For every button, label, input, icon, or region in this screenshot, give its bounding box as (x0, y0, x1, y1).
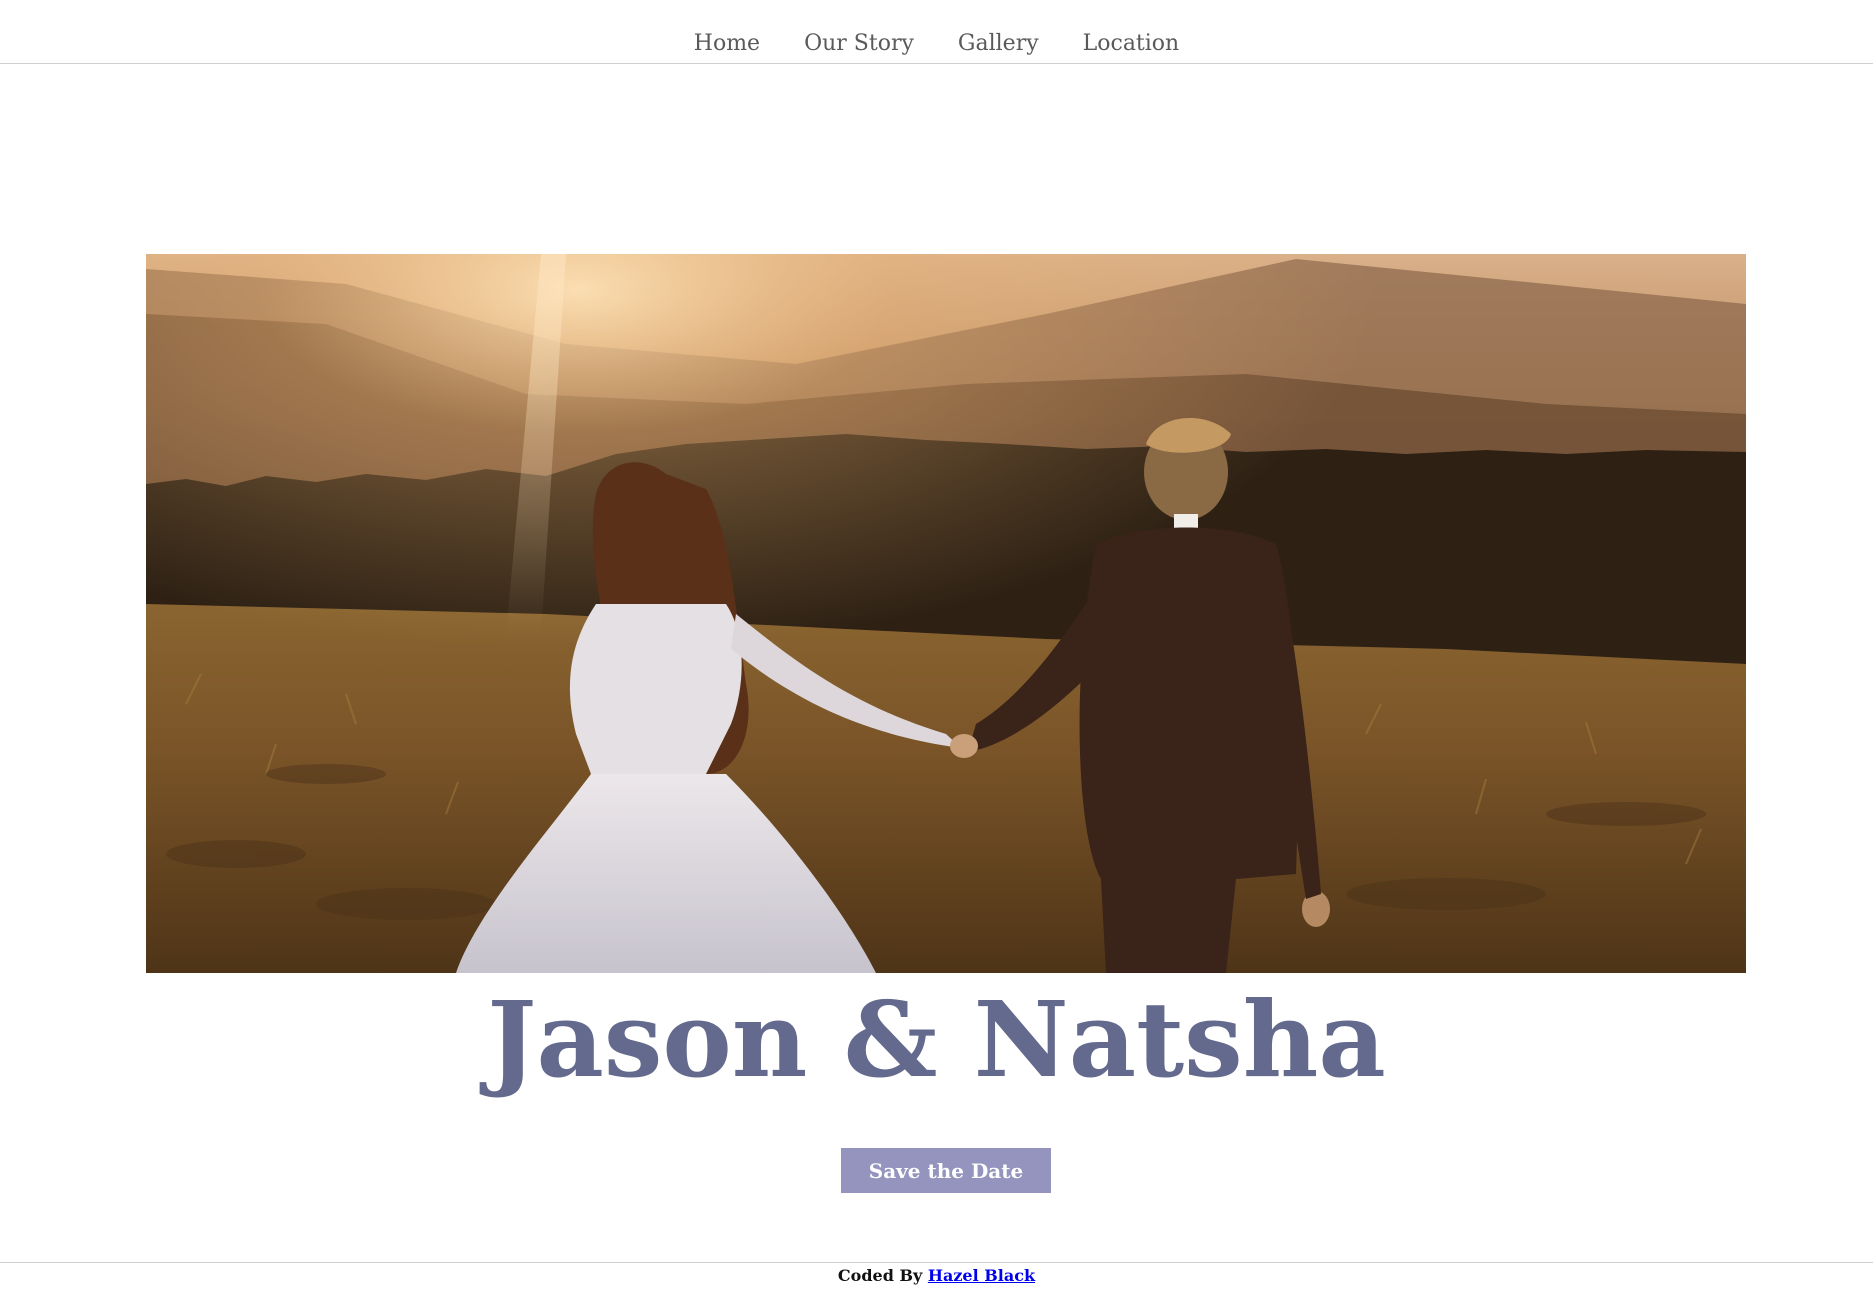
nav-item-our-story: Our Story (804, 33, 914, 55)
hero-image (146, 254, 1746, 973)
nav-list: Home Our Story Gallery Location (0, 33, 1873, 55)
author-link[interactable]: Hazel Black (928, 1266, 1035, 1285)
nav-link-home[interactable]: Home (694, 31, 760, 56)
nav-item-location: Location (1083, 33, 1180, 55)
couple-title: Jason & Natsha (487, 978, 1386, 1101)
nav-link-our-story[interactable]: Our Story (804, 31, 914, 56)
footer-prefix: Coded By (837, 1266, 923, 1285)
nav-link-gallery[interactable]: Gallery (958, 31, 1039, 56)
couple-photo (146, 254, 1746, 973)
nav-item-gallery: Gallery (958, 33, 1039, 55)
nav-link-location[interactable]: Location (1083, 31, 1180, 56)
save-the-date-button[interactable]: Save the Date (841, 1148, 1051, 1193)
footer-credit: Coded By Hazel Black (0, 1265, 1873, 1287)
nav-item-home: Home (694, 33, 760, 55)
top-nav: Home Our Story Gallery Location (0, 0, 1873, 64)
footer: Coded By Hazel Black (0, 1262, 1873, 1305)
page: Home Our Story Gallery Location Jason & … (0, 0, 1873, 1305)
